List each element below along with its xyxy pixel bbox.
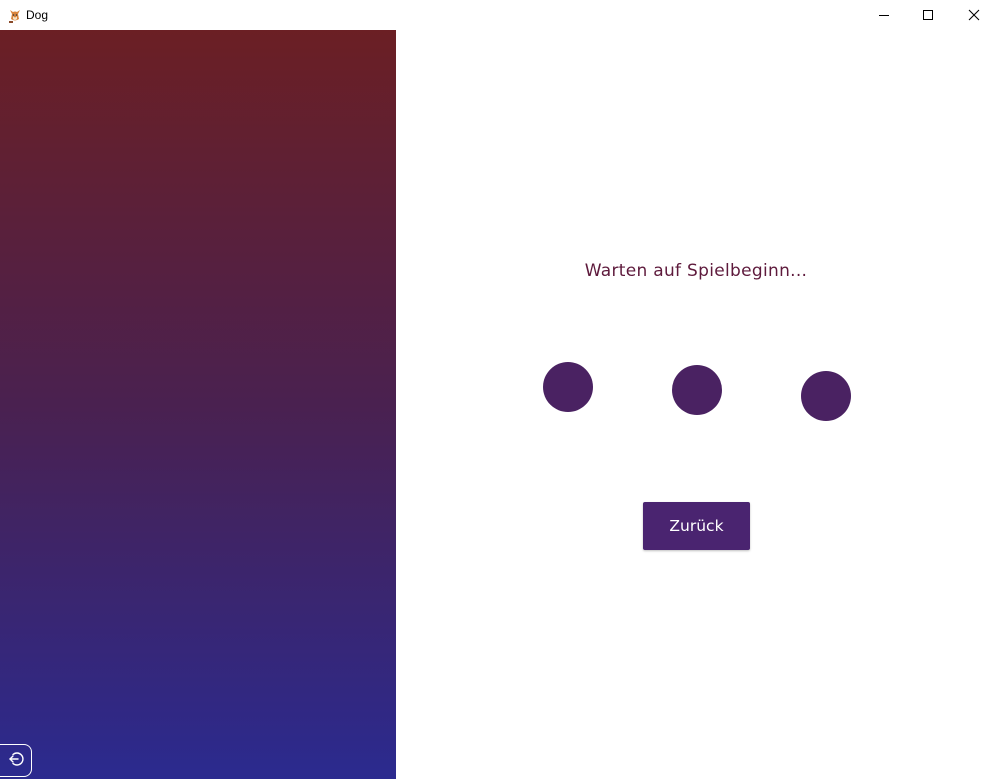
maximize-icon — [922, 6, 934, 25]
logout-icon — [7, 750, 25, 772]
close-icon — [968, 6, 980, 25]
minimize-button[interactable] — [861, 0, 907, 30]
back-button[interactable]: Zurück — [643, 502, 750, 550]
minimize-icon — [878, 6, 890, 25]
back-button-label: Zurück — [669, 517, 724, 535]
maximize-button[interactable] — [905, 0, 951, 30]
app-window: Dog Warten auf Spielbeginn... Zurück — [0, 0, 994, 779]
loading-dot-1 — [543, 362, 593, 412]
title-bar[interactable]: Dog — [0, 0, 994, 30]
side-panel — [0, 30, 396, 779]
logout-button[interactable] — [0, 744, 32, 777]
dog-app-icon — [7, 7, 23, 23]
loading-dot-3 — [801, 371, 851, 421]
window-title: Dog — [26, 8, 49, 22]
close-button[interactable] — [951, 0, 994, 30]
loading-dot-2 — [672, 365, 722, 415]
waiting-status-text: Warten auf Spielbeginn... — [584, 261, 808, 281]
